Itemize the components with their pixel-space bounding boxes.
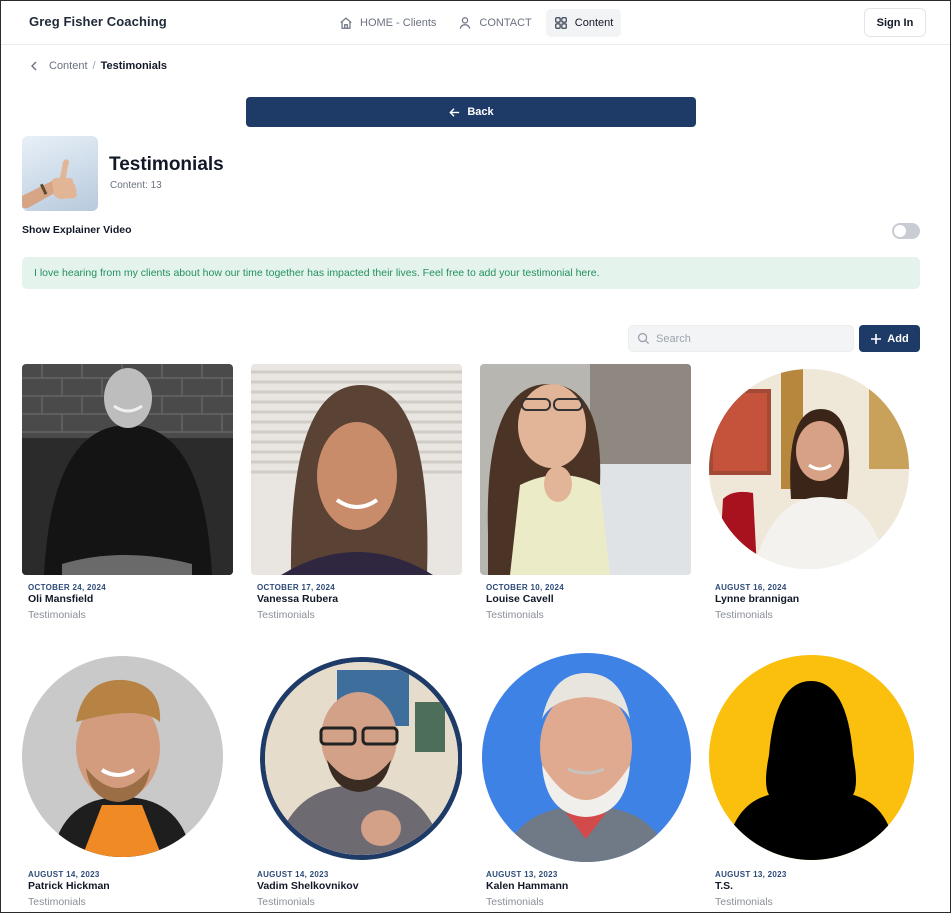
testimonial-card[interactable]: AUGUST 13, 2023 Kalen Hammann Testimonia…: [480, 651, 692, 908]
testimonial-photo[interactable]: [251, 651, 462, 862]
testimonial-photo[interactable]: [709, 651, 920, 862]
testimonial-photo[interactable]: [709, 364, 920, 575]
testimonial-category: Testimonials: [715, 896, 773, 908]
testimonial-card[interactable]: AUGUST 16, 2024 Lynne brannigan Testimon…: [709, 364, 921, 621]
arrow-left-icon: [449, 107, 460, 117]
home-icon: [340, 17, 352, 29]
thumbs-up-illustration: [22, 159, 77, 208]
breadcrumb-current: Testimonials: [100, 60, 168, 72]
testimonial-card[interactable]: OCTOBER 24, 2024 Oli Mansfield Testimoni…: [22, 364, 234, 621]
toggle-knob: [894, 225, 906, 237]
testimonial-card[interactable]: OCTOBER 17, 2024 Vanessa Rubera Testimon…: [251, 364, 463, 621]
explainer-video-toggle[interactable]: [892, 223, 920, 239]
testimonial-photo[interactable]: [251, 364, 462, 575]
testimonial-category: Testimonials: [486, 609, 544, 621]
breadcrumb-separator: /: [92, 60, 96, 72]
explainer-video-label: Show Explainer Video: [22, 224, 132, 236]
testimonial-date: AUGUST 14, 2023: [257, 870, 329, 879]
breadcrumb: Content / Testimonials: [29, 60, 167, 72]
back-button[interactable]: Back: [246, 97, 696, 127]
testimonial-category: Testimonials: [28, 609, 86, 621]
testimonial-card[interactable]: OCTOBER 10, 2024 Louise Cavell Testimoni…: [480, 364, 692, 621]
testimonial-date: AUGUST 13, 2023: [486, 870, 558, 879]
testimonial-photo[interactable]: [480, 651, 691, 862]
grid-icon: [554, 17, 567, 29]
testimonial-category: Testimonials: [257, 896, 315, 908]
page: Greg Fisher Coaching HOME - Clients CONT…: [0, 0, 951, 913]
intro-banner: I love hearing from my clients about how…: [22, 257, 920, 289]
testimonial-card[interactable]: AUGUST 13, 2023 T.S. Testimonials: [709, 651, 921, 908]
nav-content[interactable]: Content: [545, 9, 622, 37]
add-button[interactable]: Add: [859, 325, 920, 352]
testimonial-name[interactable]: Lynne brannigan: [715, 593, 799, 605]
testimonial-category: Testimonials: [486, 896, 544, 908]
testimonial-card[interactable]: AUGUST 14, 2023 Patrick Hickman Testimon…: [22, 651, 234, 908]
testimonial-card[interactable]: AUGUST 14, 2023 Vadim Shelkovnikov Testi…: [251, 651, 463, 908]
collection-count: Content: 13: [110, 180, 162, 191]
back-button-label: Back: [467, 106, 494, 118]
add-button-label: Add: [887, 332, 909, 345]
collection-title: Testimonials: [109, 154, 224, 175]
top-navigation-bar: Greg Fisher Coaching HOME - Clients CONT…: [1, 1, 950, 45]
nav-content-label: Content: [574, 17, 614, 29]
testimonial-category: Testimonials: [257, 609, 315, 621]
site-brand[interactable]: Greg Fisher Coaching: [29, 14, 167, 29]
testimonial-category: Testimonials: [715, 609, 773, 621]
testimonial-photo[interactable]: [480, 364, 691, 575]
user-icon: [460, 17, 471, 29]
sign-in-button[interactable]: Sign In: [864, 8, 926, 37]
testimonial-date: OCTOBER 24, 2024: [28, 583, 107, 592]
testimonial-date: AUGUST 13, 2023: [715, 870, 787, 879]
search-icon: [637, 332, 650, 345]
testimonial-date: AUGUST 16, 2024: [715, 583, 787, 592]
testimonial-photo[interactable]: [22, 364, 233, 575]
search-input[interactable]: [656, 332, 836, 345]
chevron-left-icon[interactable]: [29, 60, 39, 72]
testimonial-category: Testimonials: [28, 896, 86, 908]
main-nav: HOME - Clients CONTACT Content: [331, 9, 627, 37]
testimonial-name[interactable]: Louise Cavell: [486, 593, 554, 605]
testimonial-name[interactable]: Kalen Hammann: [486, 880, 568, 892]
testimonial-name[interactable]: T.S.: [715, 880, 733, 892]
nav-contact[interactable]: CONTACT: [450, 9, 539, 37]
nav-contact-label: CONTACT: [479, 17, 532, 29]
silhouette-placeholder-icon: [709, 655, 914, 860]
search-field[interactable]: [628, 325, 854, 352]
nav-home-clients-label: HOME - Clients: [360, 17, 437, 29]
plus-icon: [871, 333, 882, 344]
testimonial-date: OCTOBER 17, 2024: [257, 583, 336, 592]
breadcrumb-parent[interactable]: Content: [49, 60, 88, 72]
collection-cover-image: [22, 136, 98, 211]
testimonial-name[interactable]: Vanessa Rubera: [257, 593, 338, 605]
testimonial-date: OCTOBER 10, 2024: [486, 583, 565, 592]
testimonial-date: AUGUST 14, 2023: [28, 870, 100, 879]
nav-home-clients[interactable]: HOME - Clients: [331, 9, 444, 37]
testimonial-name[interactable]: Patrick Hickman: [28, 880, 110, 892]
testimonial-name[interactable]: Vadim Shelkovnikov: [257, 880, 359, 892]
testimonial-photo[interactable]: [22, 651, 233, 862]
testimonial-name[interactable]: Oli Mansfield: [28, 593, 93, 605]
